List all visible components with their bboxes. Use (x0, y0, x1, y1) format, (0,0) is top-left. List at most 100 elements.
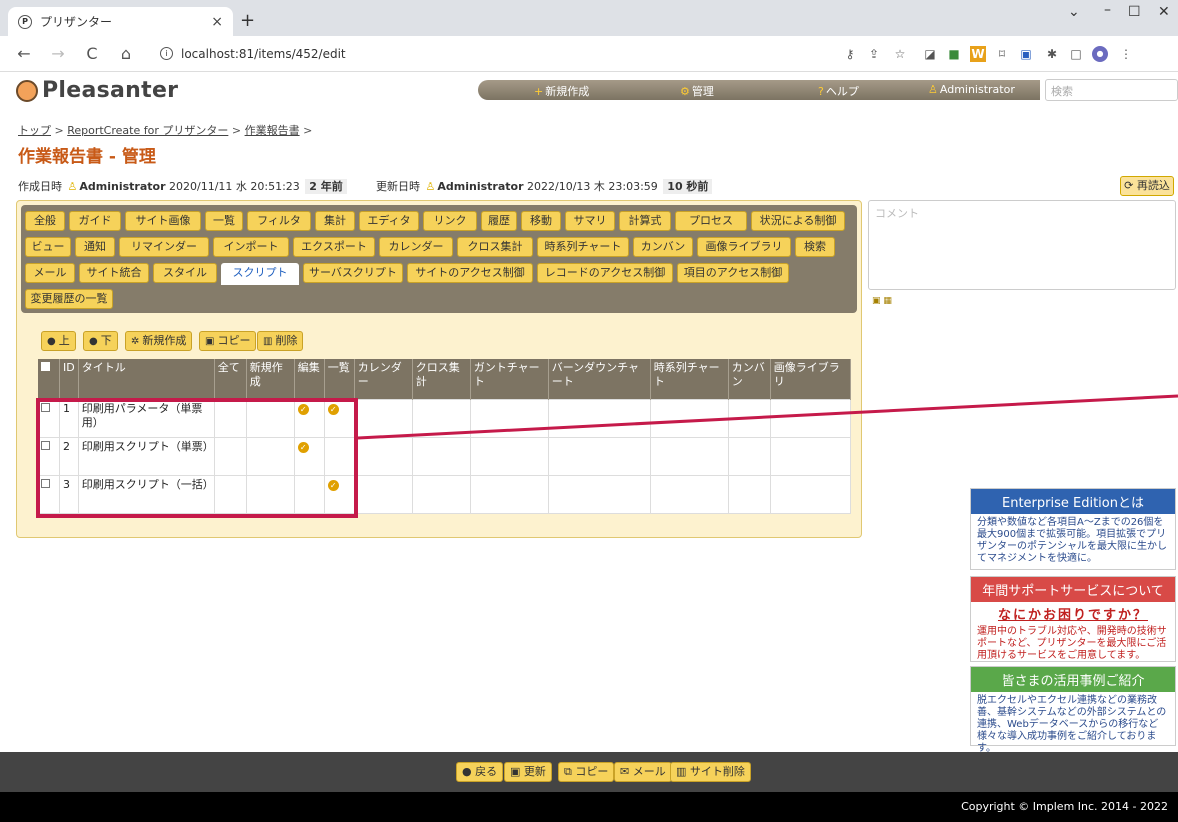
tab-reminder[interactable]: リマインダー (119, 237, 209, 257)
column-header: 編集 (294, 359, 325, 399)
url-field[interactable]: i localhost:81/items/452/edit (150, 40, 850, 67)
info-icon[interactable]: i (160, 47, 173, 60)
sidepanel-icon[interactable]: □ (1068, 46, 1084, 62)
tab-notification[interactable]: 通知 (75, 237, 115, 257)
breadcrumb-site[interactable]: ReportCreate for プリザンター (67, 124, 228, 137)
key-icon[interactable]: ⚷ (842, 46, 858, 62)
tab-site-access[interactable]: サイトのアクセス制御 (407, 263, 533, 283)
tab-list[interactable]: 一覧 (205, 211, 243, 231)
delete-site-button[interactable]: ▥ サイト削除 (670, 762, 751, 782)
maximize-icon[interactable]: ☐ (1128, 4, 1141, 20)
image-icon[interactable]: ▣ (872, 296, 881, 306)
page-title: 作業報告書 - 管理 (18, 147, 156, 167)
tab-move[interactable]: 移動 (521, 211, 561, 231)
breadcrumb-table[interactable]: 作業報告書 (245, 124, 300, 137)
ad-body: 運用中のトラブル対応や、開発時の技術サポートなど、プリザンターを最大限にご活用頂… (977, 626, 1167, 661)
copy-script-button[interactable]: ▣ コピー (199, 331, 257, 351)
back-arrow-icon[interactable]: ← (14, 44, 34, 63)
delete-script-button[interactable]: ▥ 削除 (257, 331, 304, 351)
puzzle-icon[interactable]: ✱ (1044, 46, 1060, 62)
update-button[interactable]: ▣ 更新 (504, 762, 552, 782)
ad-support[interactable]: 年間サポートサービスについて なにかお困りですか？ 運用中のトラブル対応や、開発… (970, 576, 1176, 662)
extension-icon[interactable]: ⌑ (994, 46, 1010, 62)
column-header: 画像ライブラリ (770, 359, 851, 399)
tab-process[interactable]: プロセス (675, 211, 747, 231)
new-script-button[interactable]: ✲ 新規作成 (125, 331, 193, 351)
tab-mail[interactable]: メール (25, 263, 75, 283)
extension-w-icon[interactable]: W (970, 46, 986, 62)
copy-button[interactable]: ⧉ コピー (558, 762, 615, 782)
tab-export[interactable]: エクスポート (293, 237, 375, 257)
select-all-header[interactable] (37, 359, 60, 399)
nav-help[interactable]: ? ヘルプ (818, 83, 859, 99)
column-header: クロス集計 (412, 359, 471, 399)
menu-icon[interactable]: ⋮ (1118, 46, 1134, 62)
extension-icon[interactable]: ▣ (1018, 46, 1034, 62)
tab-guide[interactable]: ガイド (69, 211, 121, 231)
tab-timeseries[interactable]: 時系列チャート (537, 237, 629, 257)
nav-user[interactable]: ♙ Administrator (928, 83, 1015, 96)
search-input[interactable]: 検索 (1045, 79, 1178, 101)
comment-tools: ▣ ▦ (872, 296, 892, 306)
url-text: localhost:81/items/452/edit (181, 46, 346, 61)
browser-tab[interactable]: P プリザンター × (8, 7, 233, 36)
tab-kanban[interactable]: カンバン (633, 237, 693, 257)
tab-site-image[interactable]: サイト画像 (125, 211, 201, 231)
column-header: バーンダウンチャート (548, 359, 651, 399)
tab-status-control[interactable]: 状況による制御 (751, 211, 845, 231)
close-tab-icon[interactable]: × (211, 14, 223, 30)
new-tab-icon[interactable]: + (240, 10, 255, 31)
tab-column-access[interactable]: 項目のアクセス制御 (677, 263, 789, 283)
tab-summary[interactable]: サマリ (565, 211, 615, 231)
extension-icon[interactable]: ■ (946, 46, 962, 62)
tab-import[interactable]: インポート (213, 237, 289, 257)
tab-cross-tab[interactable]: クロス集計 (457, 237, 533, 257)
tab-script[interactable]: スクリプト (221, 263, 299, 285)
footer-toolbar: ● 戻る ▣ 更新 ⧉ コピー ✉ メール ▥ サイト削除 (0, 752, 1178, 792)
minimize-icon[interactable]: – (1104, 2, 1111, 18)
tab-record-access[interactable]: レコードのアクセス制御 (537, 263, 673, 283)
nav-new[interactable]: + 新規作成 (534, 83, 589, 99)
tab-view[interactable]: ビュー (25, 237, 71, 257)
tab-aggregate[interactable]: 集計 (315, 211, 355, 231)
ad-cases[interactable]: 皆さまの活用事例ご紹介 脱エクセルやエクセル連携などの業務改善、基幹システムなど… (970, 666, 1176, 754)
mail-button[interactable]: ✉ メール (614, 762, 672, 782)
extension-icon[interactable]: ◪ (922, 46, 938, 62)
forward-arrow-icon[interactable]: → (48, 44, 68, 63)
breadcrumb-top[interactable]: トップ (18, 124, 51, 137)
ad-enterprise[interactable]: Enterprise Editionとは 分類や数値など各項目A～Zまでの26個… (970, 488, 1176, 570)
tab-calendar[interactable]: カレンダー (379, 237, 453, 257)
move-down-button[interactable]: ● 下 (83, 331, 118, 351)
profile-avatar[interactable]: ● (1092, 46, 1108, 62)
tab-search[interactable]: 検索 (795, 237, 835, 257)
logo[interactable]: Pleasanter (16, 78, 178, 103)
highlight-rectangle (36, 398, 358, 518)
tab-server-script[interactable]: サーバスクリプト (303, 263, 403, 283)
move-up-button[interactable]: ● 上 (41, 331, 76, 351)
tab-formula[interactable]: 計算式 (619, 211, 671, 231)
home-icon[interactable]: ⌂ (116, 44, 136, 63)
reload-button[interactable]: ⟳ 再読込 (1120, 176, 1174, 196)
tab-history[interactable]: 履歴 (481, 211, 517, 231)
breadcrumb: トップ > ReportCreate for プリザンター > 作業報告書 > (18, 124, 313, 137)
tab-change-history[interactable]: 変更履歴の一覧 (25, 289, 113, 309)
copyright: Copyright © Implem Inc. 2014 - 2022 (0, 792, 1178, 822)
reload-icon[interactable]: C (82, 44, 102, 63)
tab-style[interactable]: スタイル (153, 263, 217, 283)
tab-link[interactable]: リンク (423, 211, 477, 231)
close-window-icon[interactable]: ✕ (1158, 4, 1170, 20)
tab-filter[interactable]: フィルタ (247, 211, 311, 231)
back-button[interactable]: ● 戻る (456, 762, 504, 782)
logo-text: Pleasanter (42, 78, 179, 103)
tab-general[interactable]: 全般 (25, 211, 65, 231)
nav-manage[interactable]: ⚙ 管理 (680, 83, 714, 99)
share-icon[interactable]: ⇪ (866, 46, 882, 62)
tab-site-integration[interactable]: サイト統合 (79, 263, 149, 283)
grid-icon[interactable]: ▦ (883, 296, 892, 306)
comment-textarea[interactable]: コメント (868, 200, 1176, 290)
chevron-down-icon[interactable]: ⌄ (1068, 4, 1080, 20)
tab-editor[interactable]: エディタ (359, 211, 419, 231)
tab-image-library[interactable]: 画像ライブラリ (697, 237, 791, 257)
select-all-checkbox[interactable] (40, 362, 50, 371)
star-icon[interactable]: ☆ (892, 46, 908, 62)
